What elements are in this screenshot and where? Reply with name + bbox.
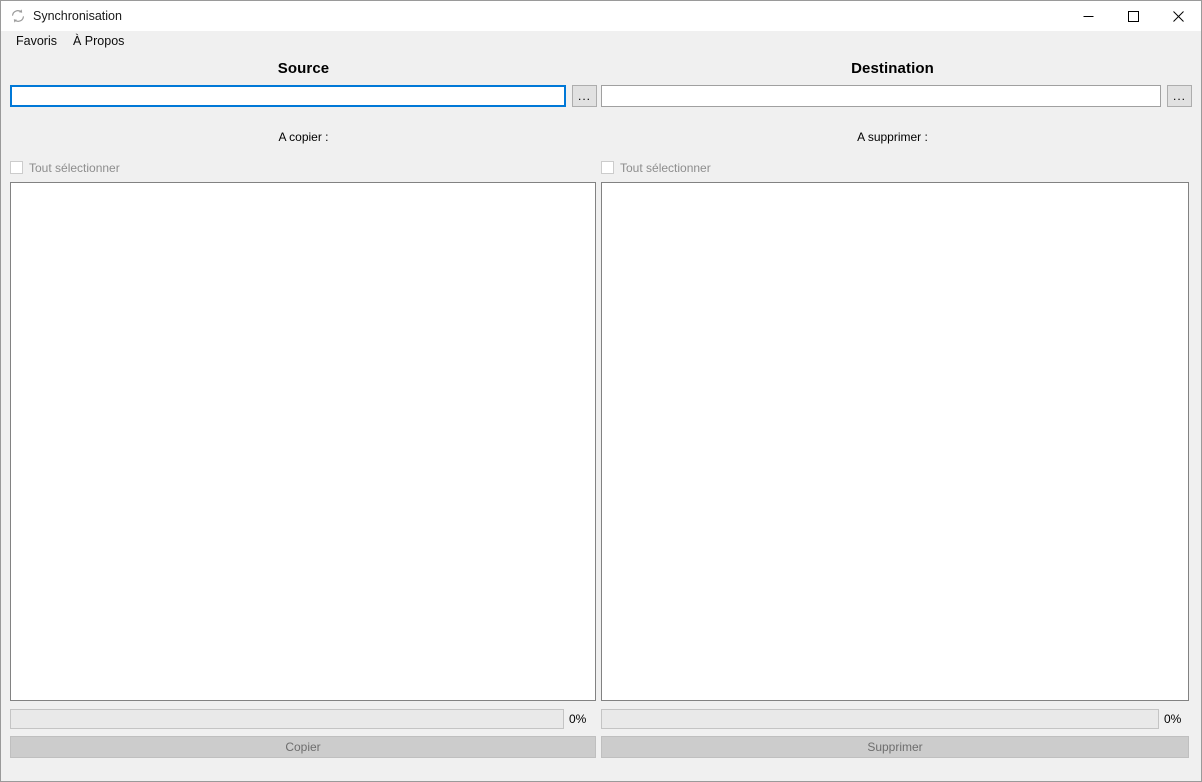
titlebar-left: Synchronisation	[1, 1, 122, 31]
source-progress-percent: 0%	[569, 711, 587, 726]
source-select-all-checkbox[interactable]	[10, 161, 23, 174]
destination-progress-row: 0%	[601, 708, 1192, 729]
destination-browse-button[interactable]: ...	[1167, 84, 1192, 107]
sync-icon	[10, 8, 26, 24]
supprimer-button[interactable]: Supprimer	[601, 735, 1189, 758]
source-path-input[interactable]	[10, 84, 566, 107]
source-column: Source ... A copier : Tout sélectionner …	[1, 53, 597, 758]
destination-path-input[interactable]	[601, 84, 1161, 107]
destination-file-list[interactable]	[601, 181, 1189, 701]
synchronisation-window: Synchronisation Favoris À Propos Source	[0, 0, 1202, 782]
main-content: Source ... A copier : Tout sélectionner …	[1, 53, 1201, 781]
window-title: Synchronisation	[33, 8, 122, 23]
minimize-button[interactable]	[1066, 1, 1111, 31]
source-sub-label: A copier :	[278, 129, 329, 144]
destination-progress-bar	[601, 708, 1159, 729]
source-browse-button[interactable]: ...	[572, 84, 597, 107]
destination-select-all-row[interactable]: Tout sélectionner	[601, 160, 1192, 176]
destination-select-all-label: Tout sélectionner	[620, 160, 711, 175]
destination-sub-label: A supprimer :	[857, 129, 928, 144]
window-controls	[1066, 1, 1201, 31]
source-file-list[interactable]	[10, 181, 596, 701]
close-button[interactable]	[1156, 1, 1201, 31]
titlebar: Synchronisation	[1, 1, 1201, 31]
source-progress-row: 0%	[10, 708, 597, 729]
source-title: Source	[277, 60, 330, 77]
source-progress-bar	[10, 708, 564, 729]
menu-item-a-propos[interactable]: À Propos	[65, 32, 132, 52]
maximize-button[interactable]	[1111, 1, 1156, 31]
destination-title: Destination	[851, 60, 934, 77]
source-select-all-label: Tout sélectionner	[29, 160, 120, 175]
menu-item-favoris[interactable]: Favoris	[8, 32, 65, 52]
destination-progress-percent: 0%	[1164, 711, 1182, 726]
source-select-all-row[interactable]: Tout sélectionner	[10, 160, 597, 176]
columns-container: Source ... A copier : Tout sélectionner …	[1, 53, 1201, 758]
destination-column: Destination ... A supprimer : Tout sélec…	[597, 53, 1201, 758]
destination-path-row: ...	[601, 84, 1192, 107]
source-path-row: ...	[10, 84, 597, 107]
menubar: Favoris À Propos	[1, 31, 1201, 53]
destination-select-all-checkbox[interactable]	[601, 161, 614, 174]
copier-button[interactable]: Copier	[10, 735, 596, 758]
